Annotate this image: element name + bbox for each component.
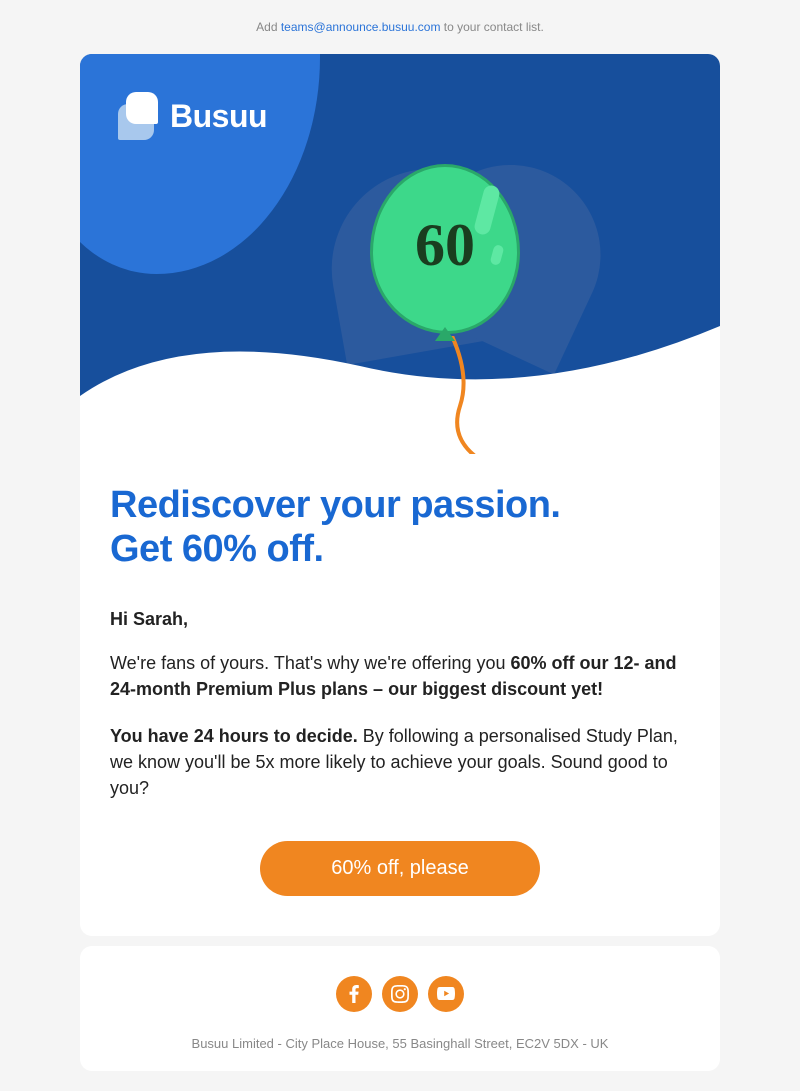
- notice-prefix: Add: [256, 20, 281, 34]
- greeting-text: Hi Sarah,: [110, 609, 690, 630]
- headline-line2: Get 60% off.: [110, 528, 324, 570]
- footer-address: Busuu Limited - City Place House, 55 Bas…: [110, 1036, 690, 1051]
- p2-bold: You have 24 hours to decide.: [110, 726, 358, 746]
- balloon-number: 60: [415, 211, 475, 280]
- notice-suffix: to your contact list.: [440, 20, 543, 34]
- balloon-string-icon: [450, 336, 490, 454]
- hero-banner: Busuu 60: [80, 54, 720, 454]
- brand-logo: Busuu: [118, 92, 267, 140]
- social-links: [110, 976, 690, 1012]
- content-area: Rediscover your passion. Get 60% off. Hi…: [80, 454, 720, 936]
- hero-blob-shape: [80, 54, 320, 274]
- balloon-graphic: 60: [370, 164, 520, 334]
- youtube-icon[interactable]: [428, 976, 464, 1012]
- paragraph-2: You have 24 hours to decide. By followin…: [110, 723, 690, 801]
- footer-card: Busuu Limited - City Place House, 55 Bas…: [80, 946, 720, 1071]
- notice-email-link[interactable]: teams@announce.busuu.com: [281, 20, 441, 34]
- wave-divider: [80, 316, 720, 454]
- facebook-icon[interactable]: [336, 976, 372, 1012]
- paragraph-1: We're fans of yours. That's why we're of…: [110, 650, 690, 702]
- cta-wrapper: 60% off, please: [110, 841, 690, 896]
- logo-text: Busuu: [170, 98, 267, 135]
- logo-mark-icon: [118, 92, 158, 140]
- main-card: Busuu 60 Rediscover your passion. Ge: [80, 54, 720, 936]
- p1-prefix: We're fans of yours. That's why we're of…: [110, 653, 511, 673]
- instagram-icon[interactable]: [382, 976, 418, 1012]
- contact-notice: Add teams@announce.busuu.com to your con…: [80, 20, 720, 34]
- cta-button[interactable]: 60% off, please: [260, 841, 540, 896]
- headline: Rediscover your passion. Get 60% off.: [110, 484, 690, 571]
- headline-line1: Rediscover your passion.: [110, 484, 561, 526]
